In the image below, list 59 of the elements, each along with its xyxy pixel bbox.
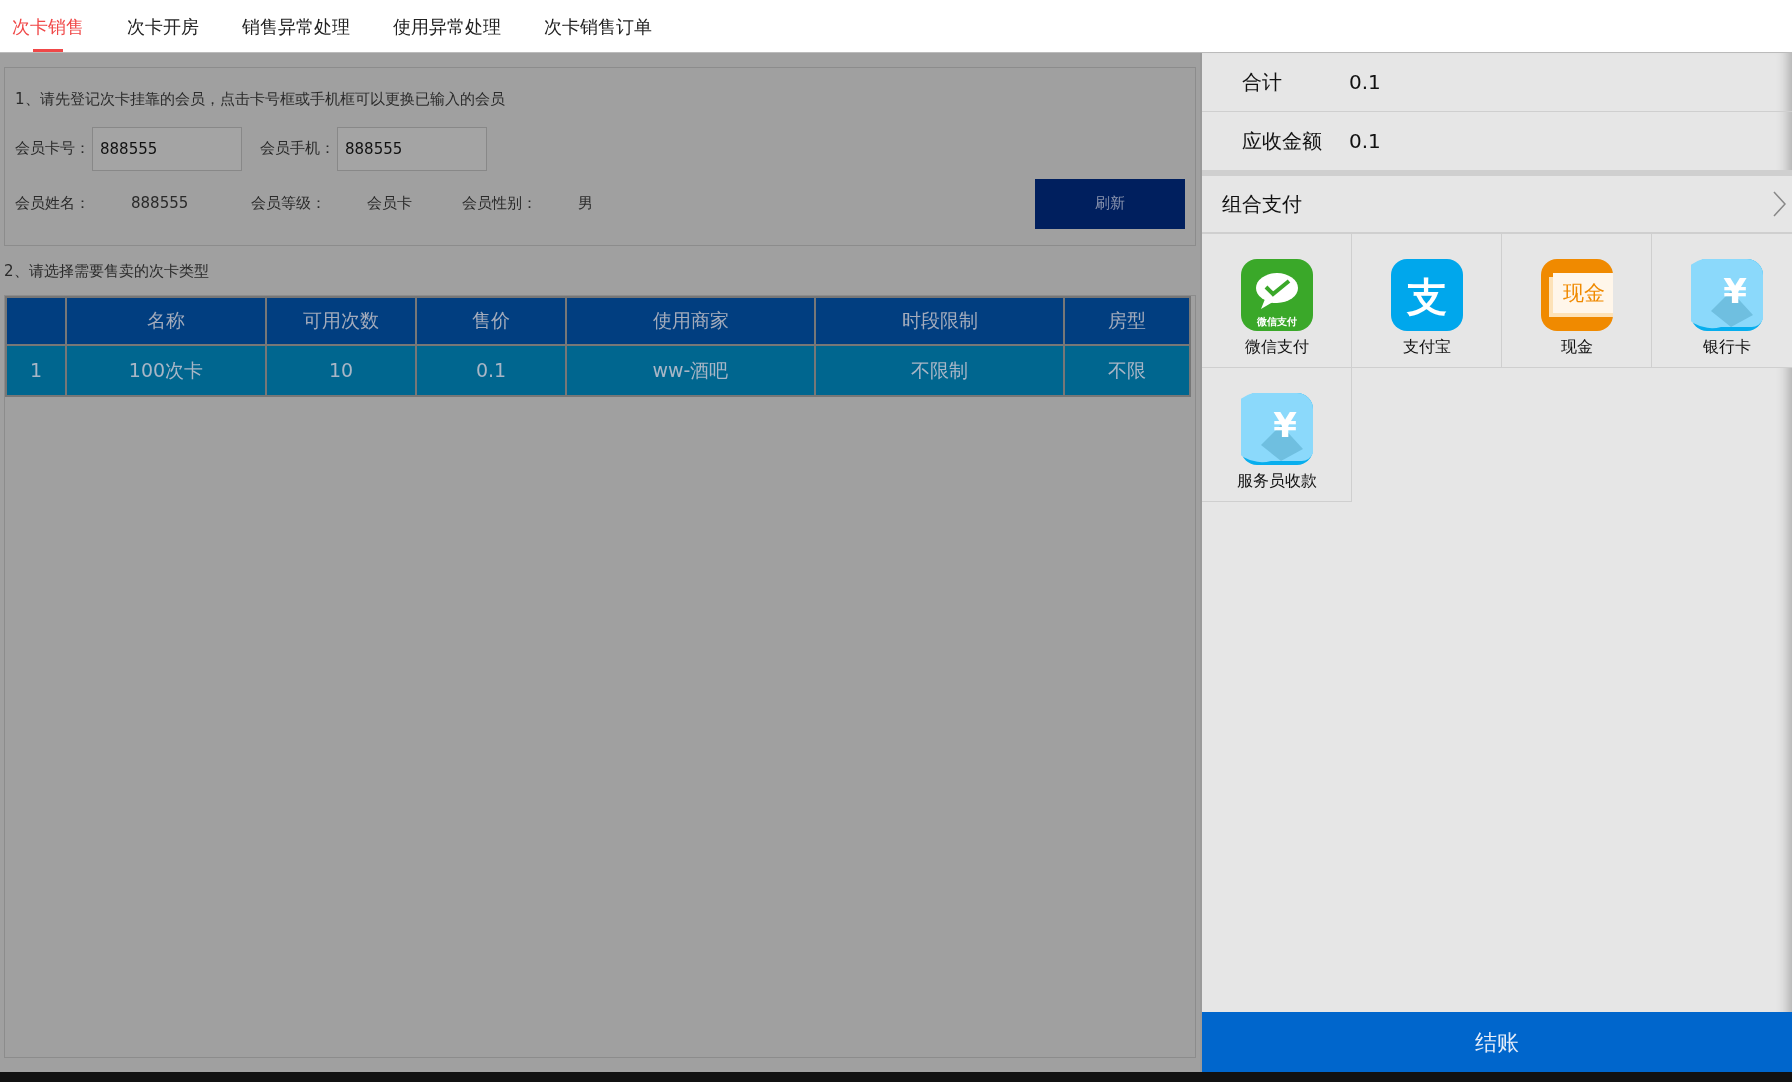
info-value: 会员卡 (367, 193, 413, 215)
column-header: 房型 (1064, 296, 1190, 345)
column-header: 可用次数 (266, 296, 416, 345)
summary-value: 0.1 (1349, 128, 1381, 155)
info-label: 会员姓名： (15, 193, 91, 215)
tab[interactable]: 使用异常处理 (391, 0, 503, 52)
summary-label: 应收金额 (1242, 128, 1323, 155)
refresh-button[interactable]: 刷新 (1035, 178, 1185, 229)
summary-value: 0.1 (1349, 69, 1381, 96)
icon-caption: ¥ (1272, 405, 1297, 445)
info-value: 男 (578, 193, 594, 215)
payment-option[interactable]: ¥ 服务员收款 (1202, 368, 1352, 502)
table-cell: 1 (29, 358, 43, 381)
coin-icon (1690, 259, 1763, 331)
input-field[interactable]: 888555 (337, 126, 487, 171)
payment-label: 服务员收款 (1236, 470, 1317, 492)
payment-option[interactable]: 微信支付 微信支付 (1202, 234, 1352, 368)
table-cell: 100次卡 (128, 358, 204, 381)
table-cell: 不限制 (911, 358, 968, 381)
payment-label: 现金 (1560, 336, 1593, 358)
input-field[interactable]: 888555 (92, 126, 242, 171)
column-header: 售价 (416, 296, 566, 345)
field-label: 会员手机： (260, 138, 336, 160)
instruction-text: 2、请选择需要售卖的次卡类型 (4, 261, 210, 282)
coin-icon (1240, 393, 1313, 465)
banknote-icon (1540, 259, 1613, 331)
payment-label: 支付宝 (1402, 336, 1451, 358)
tab[interactable]: 次卡销售订单 (542, 0, 654, 52)
tab[interactable]: 销售异常处理 (240, 0, 352, 52)
table-cell: 0.1 (475, 358, 507, 381)
column-header: 使用商家 (566, 296, 815, 345)
info-value: 888555 (131, 193, 190, 215)
payment-option[interactable]: 现金 现金 (1502, 234, 1652, 368)
column-header: 时段限制 (815, 296, 1064, 345)
icon-caption: ¥ (1722, 271, 1747, 311)
info-label: 会员性别： (462, 193, 538, 215)
column-header: 名称 (66, 296, 266, 345)
combo-payment-label: 组合支付 (1222, 191, 1302, 218)
summary-label: 合计 (1242, 69, 1283, 96)
payment-label: 微信支付 (1244, 336, 1309, 358)
chevron-right-icon (1772, 191, 1786, 217)
instruction-text: 1、请先登记次卡挂靠的会员，点击卡号框或手机框可以更换已输入的会员 (15, 89, 506, 110)
table-cell: 不限 (1108, 358, 1146, 381)
checkout-button[interactable]: 结账 (1202, 1012, 1792, 1072)
table-cell: ww-酒吧 (652, 358, 729, 381)
icon-caption: 支 (1406, 274, 1447, 320)
field-label: 会员卡号： (15, 138, 91, 160)
icon-caption: 微信支付 (1256, 316, 1297, 327)
chat-bubble-icon (1240, 259, 1313, 331)
table-cell: 10 (328, 358, 354, 381)
info-label: 会员等级： (251, 193, 327, 215)
payment-option[interactable]: ¥ 银行卡 (1652, 234, 1792, 368)
payment-label: 银行卡 (1702, 336, 1751, 358)
combo-payment-row[interactable]: 组合支付 (1202, 171, 1792, 234)
tab[interactable]: 次卡销售 (10, 0, 86, 52)
app-tile-icon (1390, 259, 1463, 331)
payment-option[interactable]: 支 支付宝 (1352, 234, 1502, 368)
icon-caption: 现金 (1562, 281, 1605, 305)
tab[interactable]: 次卡开房 (125, 0, 201, 52)
